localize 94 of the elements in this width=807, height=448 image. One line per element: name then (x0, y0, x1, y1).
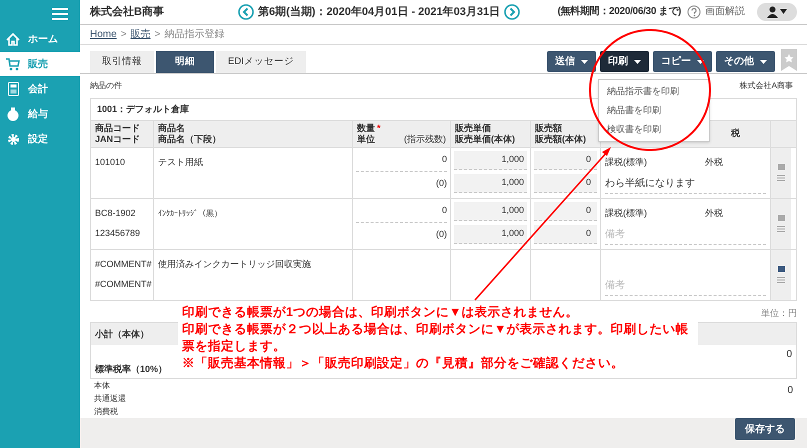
next-icon[interactable] (504, 4, 520, 20)
menu-icon[interactable] (52, 8, 68, 20)
action-button[interactable]: その他 (716, 51, 775, 72)
list-icon[interactable] (777, 277, 785, 284)
home-icon (6, 32, 20, 46)
price-field[interactable]: 1,000 (454, 150, 527, 170)
breadcrumb-text: 納品指示登録 (164, 28, 224, 42)
column-header: 商品名 (158, 122, 186, 134)
subject-text: 納品の件 (90, 80, 122, 92)
tax-line-label: 共通返還 (94, 393, 126, 405)
tax-type: 課税(標準) (605, 156, 648, 170)
column-header: JANコード (95, 134, 142, 145)
fiscal-period: 第6期(当期)：2020年04月01日 - 2021年03月31日 (258, 4, 500, 20)
annotation-line: 印刷できる帳票が1つの場合は、印刷ボタンに▼は表示されません。 (182, 304, 580, 321)
product-name: ｲﾝｸｶｰﾄﾘｯｼﾞ（黒） (158, 208, 222, 218)
amount-field[interactable]: 0 (534, 224, 597, 244)
square-icon[interactable] (778, 266, 784, 272)
tax-line-label: 消費税 (94, 406, 119, 418)
required-icon: * (377, 122, 381, 134)
caret-icon (760, 60, 767, 64)
product-code: #COMMENT# (95, 258, 149, 271)
quantity-value: 0 (442, 152, 447, 166)
action-button[interactable]: 印刷 (600, 51, 649, 72)
caret-icon (634, 60, 641, 64)
caret-icon (697, 60, 704, 64)
jan-code: 123456789 (95, 227, 142, 240)
outside-value: 0 (787, 384, 793, 398)
annotation-line: 印刷できる帳票が２つ以上ある場合は、印刷ボタンに▼が表示されます。印刷したい帳票を指定します。 (182, 321, 690, 355)
company-name: 株式会社B商事 (90, 4, 165, 20)
column-header: 商品コード (95, 122, 141, 134)
caret-icon (780, 9, 787, 14)
subtotal-label: 小計（本体） (95, 328, 149, 341)
tax-mode: 外税 (705, 156, 723, 170)
column-header: 単位 (357, 134, 375, 145)
column-header: 税 (731, 128, 740, 140)
gear-icon (6, 132, 20, 146)
tax-type: 課税(標準) (605, 207, 648, 220)
money-bag-icon (7, 107, 19, 121)
product-name: テスト用紙 (158, 156, 203, 167)
column-header: (指示残数) (404, 134, 446, 145)
user-menu[interactable] (757, 2, 797, 21)
product-code: BC8-1902 (95, 206, 137, 220)
help-icon[interactable] (687, 4, 701, 19)
breadcrumb-link[interactable]: Home (90, 26, 117, 42)
quantity-value: 0 (442, 204, 447, 217)
menu-item[interactable]: 納品書を印刷 (599, 101, 709, 120)
subtotal-value: 0 (786, 348, 792, 362)
price-field[interactable]: 1,000 (454, 174, 527, 193)
list-icon[interactable] (777, 226, 785, 232)
menu-item[interactable]: 検収書を印刷 (599, 120, 709, 139)
caret-icon (581, 60, 588, 64)
bookmark-icon[interactable] (781, 48, 797, 71)
breadcrumb-text: > (154, 28, 160, 42)
column-header: 数量 (357, 122, 375, 134)
cart-icon (6, 58, 20, 70)
product-name: 使用済みインクカートリッジ回収実施 (158, 258, 311, 269)
previous-icon[interactable] (238, 4, 254, 20)
amount-field[interactable]: 0 (534, 202, 597, 221)
note-field[interactable]: 備考 (605, 276, 766, 296)
help-link[interactable]: 画面解説 (705, 4, 745, 20)
column-header: 販売単価 (455, 122, 492, 134)
breadcrumb-link[interactable]: 販売 (130, 26, 151, 42)
list-icon[interactable] (777, 175, 785, 182)
amount-field[interactable]: 0 (534, 150, 597, 170)
tax-mode: 外税 (705, 207, 723, 220)
column-header: 販売額(本体) (535, 134, 587, 145)
user-icon (767, 6, 778, 18)
tab[interactable]: 明細 (156, 50, 214, 73)
menu-item[interactable]: 納品指示書を印刷 (599, 82, 709, 101)
tax-line-label: 本体 (94, 380, 111, 392)
note-field[interactable]: わら半紙になります (605, 174, 766, 194)
action-button[interactable]: 送信 (547, 51, 596, 72)
tax-rate-label: 標準税率（10%） (95, 363, 168, 376)
amount-field[interactable]: 0 (534, 174, 597, 193)
save-button[interactable]: 保存する (735, 418, 795, 440)
column-header: 販売額 (535, 122, 563, 134)
column-header: 商品名（下段） (158, 134, 222, 145)
customer-name: 株式会社A商事 (740, 80, 793, 92)
annotation-line: ※「販売基本情報」＞「販売印刷設定」の『見積』部分をご確認ください。 (182, 355, 625, 372)
remaining-quantity: (0) (436, 177, 447, 190)
action-button[interactable]: コピー (653, 51, 712, 72)
jan-code: #COMMENT# (95, 278, 149, 292)
product-code: 101010 (95, 156, 126, 169)
breadcrumb-text: > (120, 28, 127, 42)
trial-period: (無料期間：2020/06/30 まで) (558, 4, 681, 20)
tab[interactable]: EDIメッセージ (216, 50, 306, 73)
price-field[interactable]: 1,000 (454, 202, 527, 221)
unit-label: 単位：円 (761, 306, 797, 320)
calculator-icon (8, 82, 18, 96)
note-field[interactable]: 備考 (605, 224, 766, 245)
price-field[interactable]: 1,000 (454, 224, 527, 244)
remaining-quantity: (0) (436, 228, 447, 242)
tab[interactable]: 取引情報 (90, 50, 154, 73)
column-header: 販売単価(本体) (455, 134, 516, 145)
